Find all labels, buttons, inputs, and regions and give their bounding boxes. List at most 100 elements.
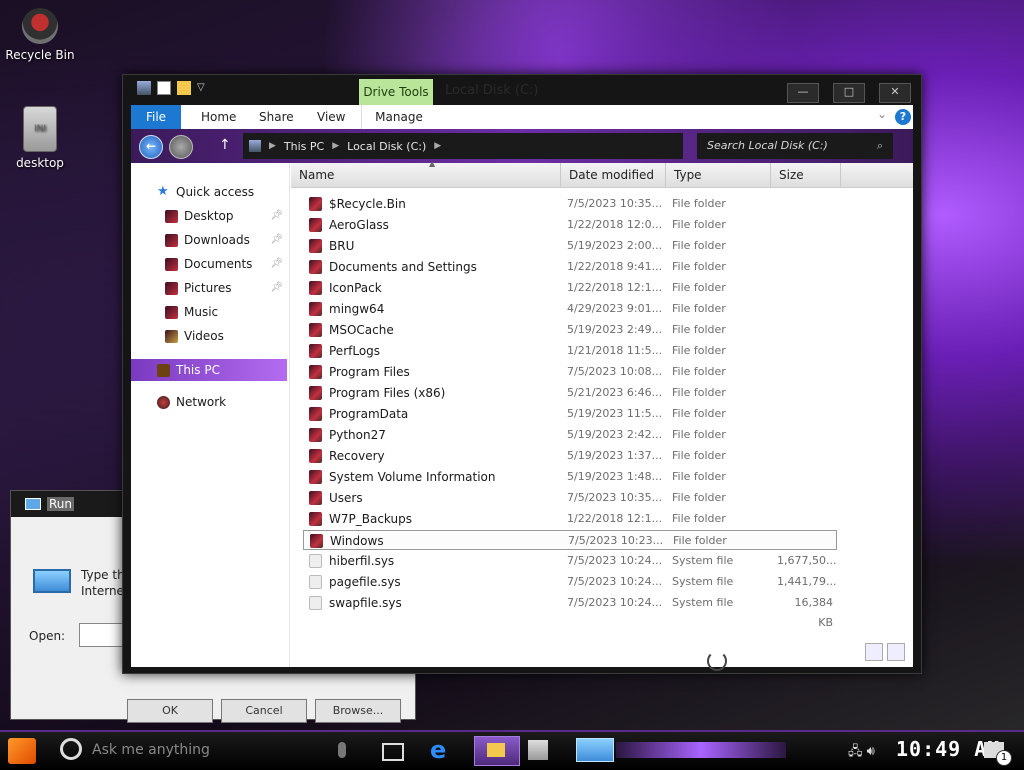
help-icon[interactable]: ? (895, 109, 911, 125)
microphone-icon[interactable] (338, 742, 346, 758)
forward-button[interactable] (169, 135, 193, 159)
column-type[interactable]: Type (666, 163, 771, 187)
pin-icon[interactable]: 📌︎ (270, 277, 283, 299)
tab-view[interactable]: View (305, 105, 357, 129)
expand-ribbon-chevron-icon[interactable]: ⌄ (877, 107, 887, 121)
details-view-icon[interactable] (865, 643, 883, 661)
up-button[interactable]: ↑ (219, 137, 231, 153)
file-row[interactable]: MSOCache 5/19/2023 2:49... File folder (303, 320, 837, 340)
cortana-icon[interactable] (60, 738, 82, 760)
nav-music[interactable]: Music (131, 301, 287, 323)
file-date: 4/29/2023 9:01... (567, 302, 663, 315)
new-folder-icon[interactable] (177, 81, 191, 95)
file-date: 1/22/2018 12:1... (567, 281, 663, 294)
column-date-modified[interactable]: Date modified (561, 163, 666, 187)
file-explorer-taskbar-icon[interactable] (474, 736, 520, 766)
file-row[interactable]: Windows 7/5/2023 10:23... File folder (303, 530, 837, 550)
tab-manage[interactable]: Manage (361, 105, 436, 129)
file-row[interactable]: Users 7/5/2023 10:35... File folder (303, 488, 837, 508)
minimize-button[interactable]: — (787, 83, 819, 103)
file-row[interactable]: ProgramData 5/19/2023 11:5... File folder (303, 404, 837, 424)
volume-icon[interactable]: 🔊︎ (867, 744, 875, 759)
file-row[interactable]: Recovery 5/19/2023 1:37... File folder (303, 446, 837, 466)
pin-icon[interactable]: 📌︎ (270, 205, 283, 227)
file-row[interactable]: Program Files 7/5/2023 10:08... File folde… (303, 362, 837, 382)
chevron-right-icon[interactable]: ▶ (332, 141, 339, 151)
folder-icon (309, 512, 322, 526)
file-type: File folder (672, 428, 726, 441)
drive-tools-contextual-tab[interactable]: Drive Tools (359, 79, 433, 105)
nav-downloads[interactable]: Downloads 📌︎ (131, 229, 287, 251)
chevron-right-icon[interactable]: ▶ (269, 141, 276, 151)
file-row[interactable]: System Volume Information 5/19/2023 1:48.… (303, 467, 837, 487)
file-row[interactable]: $Recycle.Bin 7/5/2023 10:35... File folder (303, 194, 837, 214)
file-row[interactable]: swapfile.sys 7/5/2023 10:24... System file… (303, 593, 837, 629)
file-row[interactable]: IconPack 1/22/2018 12:1... File folder (303, 278, 837, 298)
breadcrumb-this-pc[interactable]: This PC (284, 140, 324, 153)
nav-network[interactable]: Network (131, 391, 287, 413)
edge-icon[interactable]: e (430, 738, 454, 762)
nav-quick-access[interactable]: ★ Quick access (131, 181, 287, 203)
file-row[interactable]: pagefile.sys 7/5/2023 10:24... System file… (303, 572, 837, 592)
pin-icon[interactable]: 📌︎ (270, 229, 283, 251)
title-bar[interactable]: ▽ Drive Tools Local Disk (C:) — □ ✕ (123, 75, 921, 105)
breadcrumb[interactable]: ▶ This PC ▶ Local Disk (C:) ▶ (243, 133, 683, 159)
desktop-ini-desktop-icon[interactable]: INI desktop (0, 106, 80, 170)
maximize-button[interactable]: □ (833, 83, 865, 103)
recycle-bin-desktop-icon[interactable]: Recycle Bin (0, 8, 80, 62)
back-button[interactable]: ← (139, 135, 163, 159)
search-input[interactable]: Search Local Disk (C:) ⌕ (697, 133, 893, 159)
file-name: Documents and Settings (329, 260, 477, 274)
file-row[interactable]: W7P_Backups 1/22/2018 12:1... File folder (303, 509, 837, 529)
file-row[interactable]: Documents and Settings 1/22/2018 9:41... F… (303, 257, 837, 277)
nav-this-pc[interactable]: This PC (131, 359, 287, 381)
store-icon[interactable] (528, 740, 548, 760)
file-name: ProgramData (329, 407, 409, 421)
nav-documents[interactable]: Documents 📌︎ (131, 253, 287, 275)
column-size[interactable]: Size (771, 163, 841, 187)
large-icons-view-icon[interactable] (887, 643, 905, 661)
start-button[interactable] (8, 738, 36, 764)
address-bar: ← ↑ ▶ This PC ▶ Local Disk (C:) ▶ Search… (131, 129, 913, 163)
file-name: W7P_Backups (329, 512, 412, 526)
file-row[interactable]: Program Files (x86) 5/21/2023 6:46... File… (303, 383, 837, 403)
file-row[interactable]: Python27 5/19/2023 2:42... File folder (303, 425, 837, 445)
chevron-right-icon[interactable]: ▶ (434, 141, 441, 151)
task-view-icon[interactable] (382, 743, 404, 761)
file-row[interactable]: hiberfil.sys 7/5/2023 10:24... System file… (303, 551, 837, 571)
close-button[interactable]: ✕ (879, 83, 911, 103)
cancel-button[interactable]: Cancel (221, 699, 307, 723)
file-name: Windows (330, 534, 384, 548)
file-row[interactable]: mingw64 4/29/2023 9:01... File folder (303, 299, 837, 319)
file-name: PerfLogs (329, 344, 381, 358)
file-name: mingw64 (329, 302, 385, 316)
customize-qat-chevron-icon[interactable]: ▽ (197, 81, 207, 95)
tab-file[interactable]: File (131, 105, 181, 129)
file-row[interactable]: PerfLogs 1/21/2018 11:5... File folder (303, 341, 837, 361)
nav-videos[interactable]: Videos (131, 325, 287, 347)
browse-button[interactable]: Browse... (315, 699, 401, 723)
file-date: 1/22/2018 9:41... (567, 260, 663, 273)
nav-desktop[interactable]: Desktop 📌︎ (131, 205, 287, 227)
navigation-pane: ★ Quick access Desktop 📌︎ Downloads 📌︎ D… (131, 163, 290, 667)
folder-icon (309, 386, 322, 400)
tab-home[interactable]: Home (189, 105, 248, 129)
breadcrumb-local-disk[interactable]: Local Disk (C:) (347, 140, 426, 153)
taskbar-search-input[interactable]: Ask me anything (92, 742, 210, 758)
tab-share[interactable]: Share (247, 105, 306, 129)
this-pc-icon[interactable] (137, 81, 151, 95)
file-size: 1,441,79... (777, 575, 837, 588)
nav-pictures[interactable]: Pictures 📌︎ (131, 277, 287, 299)
ok-button[interactable]: OK (127, 699, 213, 723)
star-icon: ★ (157, 184, 169, 199)
file-row[interactable]: AeroGlass 1/22/2018 12:0... File folder (303, 215, 837, 235)
pin-icon[interactable]: 📌︎ (270, 253, 283, 275)
file-type: File folder (672, 365, 726, 378)
properties-icon[interactable] (157, 81, 171, 95)
folder-icon (309, 197, 322, 211)
file-row[interactable]: BRU 5/19/2023 2:00... File folder (303, 236, 837, 256)
network-tray-icon[interactable]: 🖧︎ (848, 744, 863, 759)
run-taskbar-icon[interactable] (576, 738, 614, 762)
column-name[interactable]: Name (291, 163, 561, 187)
this-pc-icon (157, 364, 170, 377)
